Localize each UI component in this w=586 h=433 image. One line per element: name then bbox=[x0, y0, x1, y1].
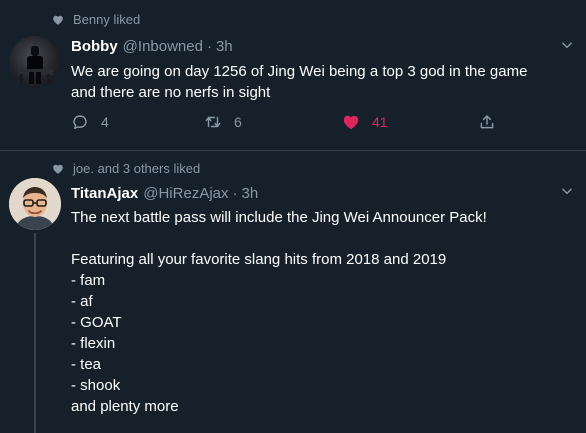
tweet-titanajax[interactable]: joe. and 3 others liked TitanAjax @HiRez… bbox=[0, 151, 586, 433]
share-icon bbox=[480, 115, 494, 129]
user-handle[interactable]: @Inbowned bbox=[123, 38, 203, 55]
social-context: Benny liked bbox=[52, 12, 140, 27]
chevron-down-icon[interactable] bbox=[560, 38, 574, 52]
heart-small-icon bbox=[53, 164, 63, 174]
avatar[interactable] bbox=[9, 178, 61, 230]
timestamp[interactable]: 3h bbox=[242, 185, 259, 202]
heart-small-icon bbox=[53, 15, 63, 25]
social-context: joe. and 3 others liked bbox=[52, 161, 200, 176]
heart-filled-icon bbox=[343, 115, 359, 130]
like-button[interactable]: 41 bbox=[342, 113, 388, 131]
user-handle[interactable]: @HiRezAjax bbox=[143, 185, 228, 202]
display-name[interactable]: TitanAjax bbox=[71, 185, 138, 202]
reply-button[interactable]: 4 bbox=[71, 113, 109, 131]
like-count: 41 bbox=[372, 114, 388, 130]
tweet-bobby[interactable]: Benny liked Bobby @Inbowned · 3h We are … bbox=[0, 0, 586, 151]
avatar-image bbox=[17, 46, 53, 84]
reply-count: 4 bbox=[101, 114, 109, 130]
reply-icon bbox=[73, 115, 87, 130]
share-button[interactable] bbox=[478, 113, 508, 131]
action-bar: 4 6 41 bbox=[71, 113, 511, 135]
avatar-image bbox=[9, 178, 61, 230]
display-name[interactable]: Bobby bbox=[71, 38, 118, 55]
tweet-header: Bobby @Inbowned · 3h bbox=[71, 38, 233, 55]
retweet-icon bbox=[205, 116, 221, 128]
header-separator: · bbox=[206, 38, 212, 55]
social-context-text: Benny liked bbox=[73, 12, 141, 27]
header-separator: · bbox=[232, 185, 238, 202]
avatar[interactable] bbox=[9, 36, 61, 88]
social-context-text: joe. and 3 others liked bbox=[73, 161, 201, 176]
tweet-text: We are going on day 1256 of Jing Wei bei… bbox=[71, 63, 528, 101]
retweet-button[interactable]: 6 bbox=[204, 113, 242, 131]
retweet-count: 6 bbox=[234, 114, 242, 130]
timestamp[interactable]: 3h bbox=[216, 38, 233, 55]
tweet-text: The next battle pass will include the Ji… bbox=[71, 209, 487, 415]
chevron-down-icon[interactable] bbox=[560, 184, 574, 198]
thread-line bbox=[34, 233, 36, 433]
tweet-header: TitanAjax @HiRezAjax · 3h bbox=[71, 185, 258, 202]
